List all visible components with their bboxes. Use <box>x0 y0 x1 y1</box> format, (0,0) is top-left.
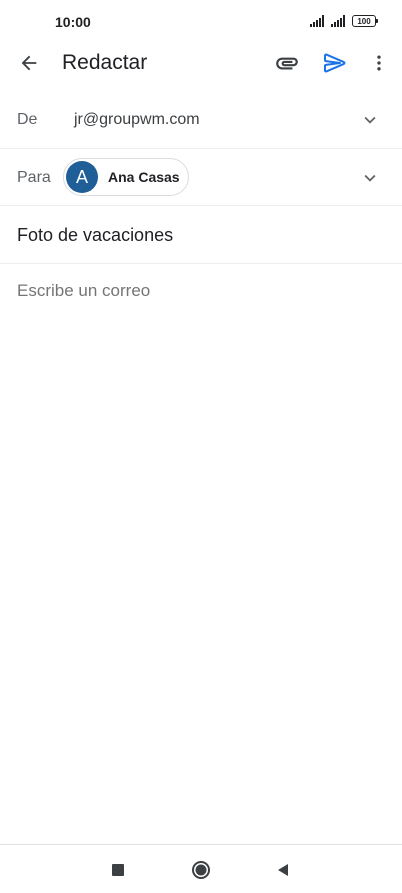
battery-icon: 100 <box>352 15 378 27</box>
to-expand-button[interactable] <box>358 166 382 190</box>
signal-icon <box>331 15 345 27</box>
recipient-name: Ana Casas <box>108 169 180 185</box>
back-arrow-icon <box>21 55 37 71</box>
status-bar: 10:00 100 <box>0 0 402 44</box>
from-row: De jr@groupwm.com <box>0 92 402 149</box>
body-input[interactable]: Escribe un correo <box>17 281 150 301</box>
home-button[interactable] <box>186 855 216 885</box>
status-icons: 100 <box>310 15 378 27</box>
from-label: De <box>17 111 38 128</box>
to-label: Para <box>17 169 51 186</box>
chevron-down-icon <box>364 174 376 182</box>
send-icon <box>324 53 346 73</box>
subject-row[interactable]: Foto de vacaciones <box>0 206 402 264</box>
recipient-chip[interactable]: A Ana Casas <box>63 158 189 196</box>
signal-icon <box>310 15 324 27</box>
battery-level: 100 <box>357 16 371 26</box>
compose-toolbar: Redactar <box>0 40 402 86</box>
subject-field[interactable]: Foto de vacaciones <box>17 225 173 246</box>
to-row[interactable]: Para A Ana Casas <box>0 149 402 206</box>
from-expand-button[interactable] <box>358 108 382 132</box>
recents-button[interactable] <box>103 855 133 885</box>
from-address[interactable]: jr@groupwm.com <box>74 111 200 129</box>
attach-button[interactable] <box>270 46 304 80</box>
chevron-down-icon <box>364 116 376 124</box>
paperclip-icon <box>276 57 298 70</box>
avatar-initial: A <box>75 166 88 187</box>
system-nav-bar <box>0 844 402 893</box>
status-time: 10:00 <box>55 14 91 30</box>
more-options-button[interactable] <box>362 46 396 80</box>
send-button[interactable] <box>318 46 352 80</box>
back-button[interactable] <box>12 46 46 80</box>
triangle-back-icon <box>278 864 288 876</box>
avatar: A <box>66 161 98 193</box>
circle-icon <box>192 861 210 879</box>
page-title: Redactar <box>62 51 148 74</box>
nav-back-button[interactable] <box>268 855 298 885</box>
more-vert-icon <box>377 55 381 71</box>
square-icon <box>112 864 124 876</box>
